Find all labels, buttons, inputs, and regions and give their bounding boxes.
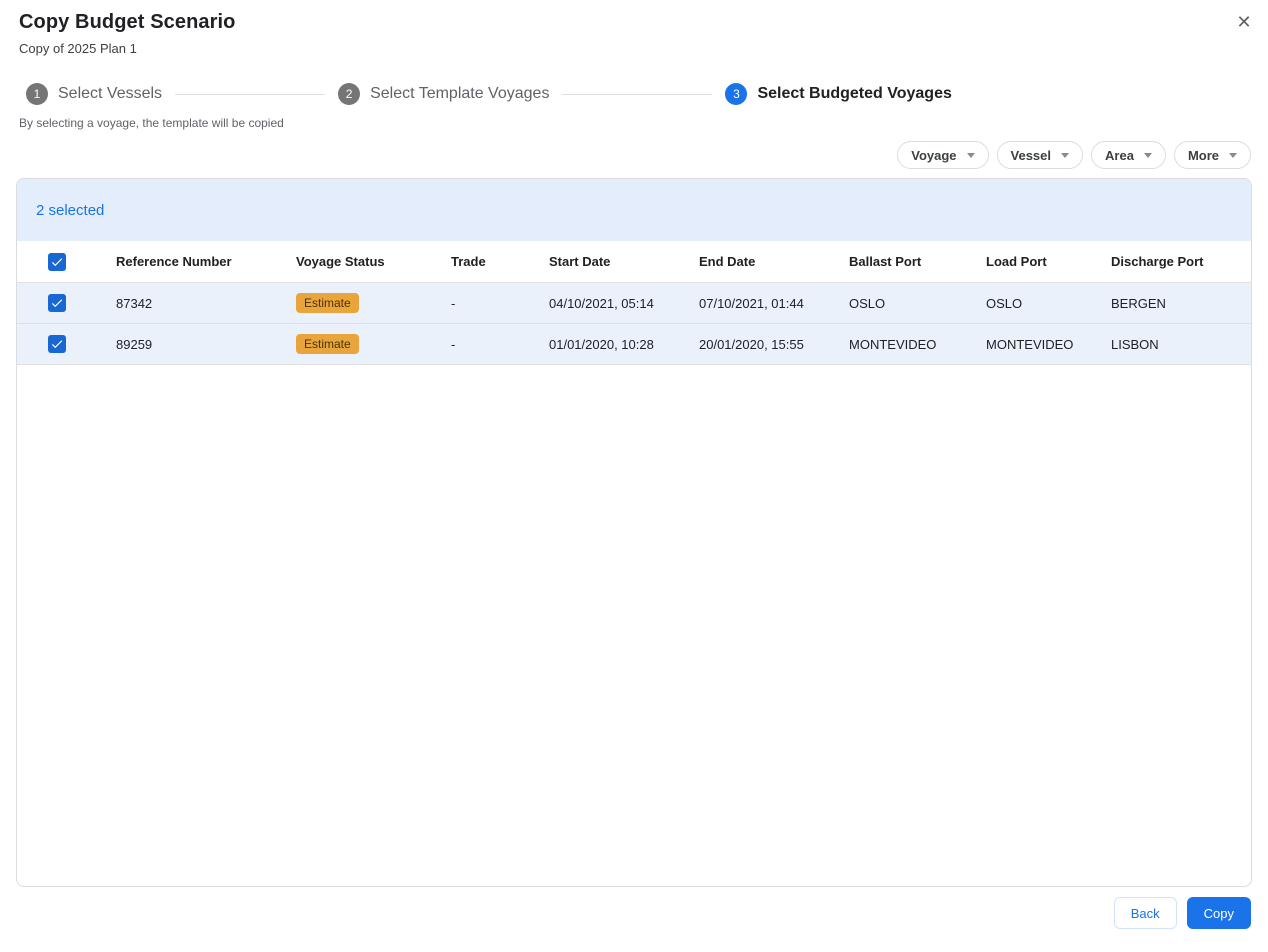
column-header-trade: Trade	[451, 254, 486, 269]
cell-start-date: 01/01/2020, 10:28	[549, 336, 654, 352]
stepper-caption: By selecting a voyage, the template will…	[19, 116, 284, 130]
table-header-row: Reference Number Voyage Status Trade Sta…	[17, 241, 1251, 283]
step-3-label: Select Budgeted Voyages	[757, 85, 952, 102]
cell-ballast-port: MONTEVIDEO	[849, 336, 937, 352]
checkmark-icon	[51, 299, 63, 308]
dropdown-arrow-icon	[1229, 152, 1237, 158]
cell-trade: -	[451, 336, 456, 352]
filter-bar: Voyage Vessel Area More	[897, 141, 1251, 169]
area-filter-label: Area	[1105, 147, 1134, 163]
row-checkbox-cell	[17, 335, 116, 353]
header-checkbox-cell	[17, 252, 116, 271]
cell-start-date: 04/10/2021, 05:14	[549, 295, 654, 311]
step-select-budgeted-voyages[interactable]: 3 Select Budgeted Voyages	[725, 83, 952, 105]
copy-button[interactable]: Copy	[1186, 897, 1251, 929]
cell-end-date: 07/10/2021, 01:44	[699, 295, 804, 311]
column-header-reference-number: Reference Number	[116, 254, 232, 269]
column-header-start-date: Start Date	[549, 254, 611, 269]
checkmark-icon	[51, 340, 63, 349]
cell-voyage-status: Estimate	[296, 333, 451, 355]
table-body: 87342 Estimate - 04/10/2021, 05:14 07/10…	[17, 283, 1251, 365]
step-connector	[175, 93, 326, 95]
cell-discharge-port: LISBON	[1111, 336, 1159, 352]
step-1-circle: 1	[26, 83, 48, 105]
row-checkbox[interactable]	[48, 335, 66, 353]
status-badge: Estimate	[296, 292, 359, 314]
more-filter-label: More	[1187, 147, 1219, 163]
checkmark-icon	[51, 257, 63, 266]
column-header-discharge-port: Discharge Port	[1111, 254, 1204, 269]
cell-end-date: 20/01/2020, 15:55	[699, 336, 804, 352]
column-header-end-date: End Date	[699, 254, 756, 269]
cell-discharge-port: BERGEN	[1111, 295, 1166, 311]
close-icon[interactable]: ✕	[1232, 10, 1256, 34]
step-2-label: Select Template Voyages	[370, 85, 550, 102]
cell-trade: -	[451, 295, 456, 311]
dropdown-arrow-icon	[1143, 152, 1152, 158]
vessel-filter-button[interactable]: Vessel	[996, 141, 1084, 169]
cell-ballast-port: OSLO	[849, 295, 886, 311]
step-2-circle: 2	[338, 83, 361, 105]
column-header-load-port: Load Port	[986, 254, 1047, 269]
step-1-label: Select Vessels	[58, 85, 163, 102]
more-filter-button[interactable]: More	[1173, 141, 1251, 169]
column-header-voyage-status: Voyage Status	[296, 254, 385, 269]
table-row[interactable]: 87342 Estimate - 04/10/2021, 05:14 07/10…	[17, 283, 1251, 324]
dialog-title: Copy Budget Scenario	[19, 11, 236, 33]
column-header-ballast-port: Ballast Port	[849, 254, 922, 269]
voyage-filter-button[interactable]: Voyage	[897, 141, 989, 169]
step-select-template-voyages[interactable]: 2 Select Template Voyages	[338, 83, 549, 105]
step-connector	[562, 93, 713, 95]
select-all-checkbox[interactable]	[48, 252, 66, 271]
voyages-table: 2 selected Reference Number Voyage Statu…	[16, 178, 1252, 887]
selection-count: 2 selected	[36, 201, 105, 219]
cell-voyage-status: Estimate	[296, 292, 451, 314]
back-button[interactable]: Back	[1113, 897, 1177, 929]
row-checkbox-cell	[17, 294, 116, 312]
voyage-filter-label: Voyage	[911, 147, 957, 163]
table-row[interactable]: 89259 Estimate - 01/01/2020, 10:28 20/01…	[17, 324, 1251, 365]
cell-reference-number: 87342	[116, 295, 153, 311]
status-badge: Estimate	[296, 333, 359, 355]
step-select-vessels[interactable]: 1 Select Vessels	[26, 83, 162, 105]
step-3-circle: 3	[725, 83, 748, 105]
stepper: 1 Select Vessels 2 Select Template Voyag…	[26, 82, 952, 106]
dropdown-arrow-icon	[966, 152, 975, 158]
selection-summary-band: 2 selected	[17, 179, 1251, 241]
cell-reference-number: 89259	[116, 336, 153, 352]
dialog-footer: Back Copy	[1113, 897, 1251, 929]
row-checkbox[interactable]	[48, 294, 66, 312]
dialog-subtitle: Copy of 2025 Plan 1	[19, 41, 137, 56]
vessel-filter-label: Vessel	[1010, 147, 1052, 163]
area-filter-button[interactable]: Area	[1091, 141, 1166, 169]
cell-load-port: OSLO	[986, 295, 1023, 311]
cell-load-port: MONTEVIDEO	[986, 336, 1074, 352]
dropdown-arrow-icon	[1061, 152, 1070, 158]
